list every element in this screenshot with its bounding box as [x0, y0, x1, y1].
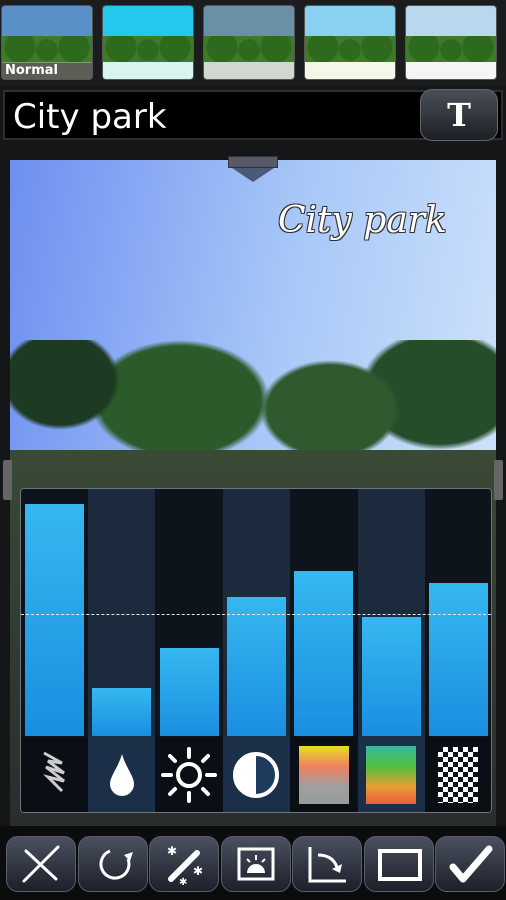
thumb-sand: [406, 62, 496, 79]
filter-label: Normal: [2, 63, 92, 79]
filter-thumb[interactable]: [405, 5, 497, 80]
frame-icon: [377, 849, 422, 881]
chevron-down-icon[interactable]: [232, 168, 274, 182]
crop-curve-icon: [308, 847, 346, 883]
magic-wand-button[interactable]: ✱ ✱ ✱: [149, 836, 219, 892]
thumb-trees: [305, 36, 395, 64]
contrast-icon[interactable]: [222, 737, 290, 812]
photo-caption[interactable]: City park: [278, 200, 447, 241]
top-drag-handle[interactable]: [228, 156, 278, 168]
svg-text:✱: ✱: [193, 864, 203, 878]
tint-gradient-icon[interactable]: [357, 737, 425, 812]
warm-gradient-icon[interactable]: [290, 737, 358, 812]
rotate-button[interactable]: [77, 836, 148, 892]
slider-sharpen[interactable]: [21, 489, 88, 812]
slider-fill[interactable]: [361, 616, 421, 736]
filter-thumb[interactable]: [203, 5, 295, 80]
thumb-trees: [103, 36, 193, 64]
checkerboard-icon[interactable]: [424, 737, 491, 812]
right-drag-handle[interactable]: [494, 460, 503, 500]
slider-fill[interactable]: [226, 597, 286, 736]
slider-warmth[interactable]: [290, 489, 358, 812]
title-input-value[interactable]: City park: [13, 97, 167, 137]
thumb-sand: [103, 62, 193, 79]
confirm-button[interactable]: [435, 836, 505, 892]
filter-strip: Normal: [0, 0, 506, 86]
slider-fill[interactable]: [159, 647, 219, 736]
slider-fill[interactable]: [428, 583, 488, 736]
svg-text:✱: ✱: [179, 877, 187, 887]
frame-button[interactable]: [363, 836, 434, 892]
adjustment-panel: [20, 488, 492, 813]
default-level-line: [21, 614, 491, 616]
rotate-icon: [99, 849, 133, 880]
slider-tint[interactable]: [357, 489, 425, 812]
filter-thumb[interactable]: [304, 5, 396, 80]
droplet-icon[interactable]: [88, 737, 156, 812]
cancel-button[interactable]: [6, 836, 76, 892]
text-style-button[interactable]: T: [420, 89, 498, 141]
slider-saturation[interactable]: [88, 489, 156, 812]
slider-vignette[interactable]: [424, 489, 491, 812]
adjust-image-button[interactable]: [220, 836, 291, 892]
bottom-toolbar: ✱ ✱ ✱: [0, 826, 506, 900]
svg-text:✱: ✱: [167, 844, 177, 858]
cancel-icon: [22, 845, 60, 883]
magic-wand-icon: ✱ ✱ ✱: [167, 844, 203, 887]
slider-contrast[interactable]: [222, 489, 290, 812]
adjust-image-icon: [237, 847, 274, 881]
slider-fill[interactable]: [25, 504, 84, 736]
confirm-icon: [449, 845, 493, 883]
slider-fill[interactable]: [92, 688, 152, 736]
slider-brightness[interactable]: [155, 489, 223, 812]
crop-curve-button[interactable]: [292, 836, 362, 892]
thumb-trees: [204, 36, 294, 64]
slider-fill[interactable]: [294, 571, 354, 736]
thumb-sand: [305, 62, 395, 79]
filter-thumb[interactable]: [102, 5, 194, 80]
sharpen-icon[interactable]: [21, 737, 88, 812]
filter-thumb[interactable]: Normal: [1, 5, 93, 80]
thumb-sand: [204, 62, 294, 79]
thumb-trees: [2, 36, 92, 64]
thumb-trees: [406, 36, 496, 64]
sun-icon[interactable]: [155, 737, 223, 812]
left-drag-handle[interactable]: [3, 460, 12, 500]
